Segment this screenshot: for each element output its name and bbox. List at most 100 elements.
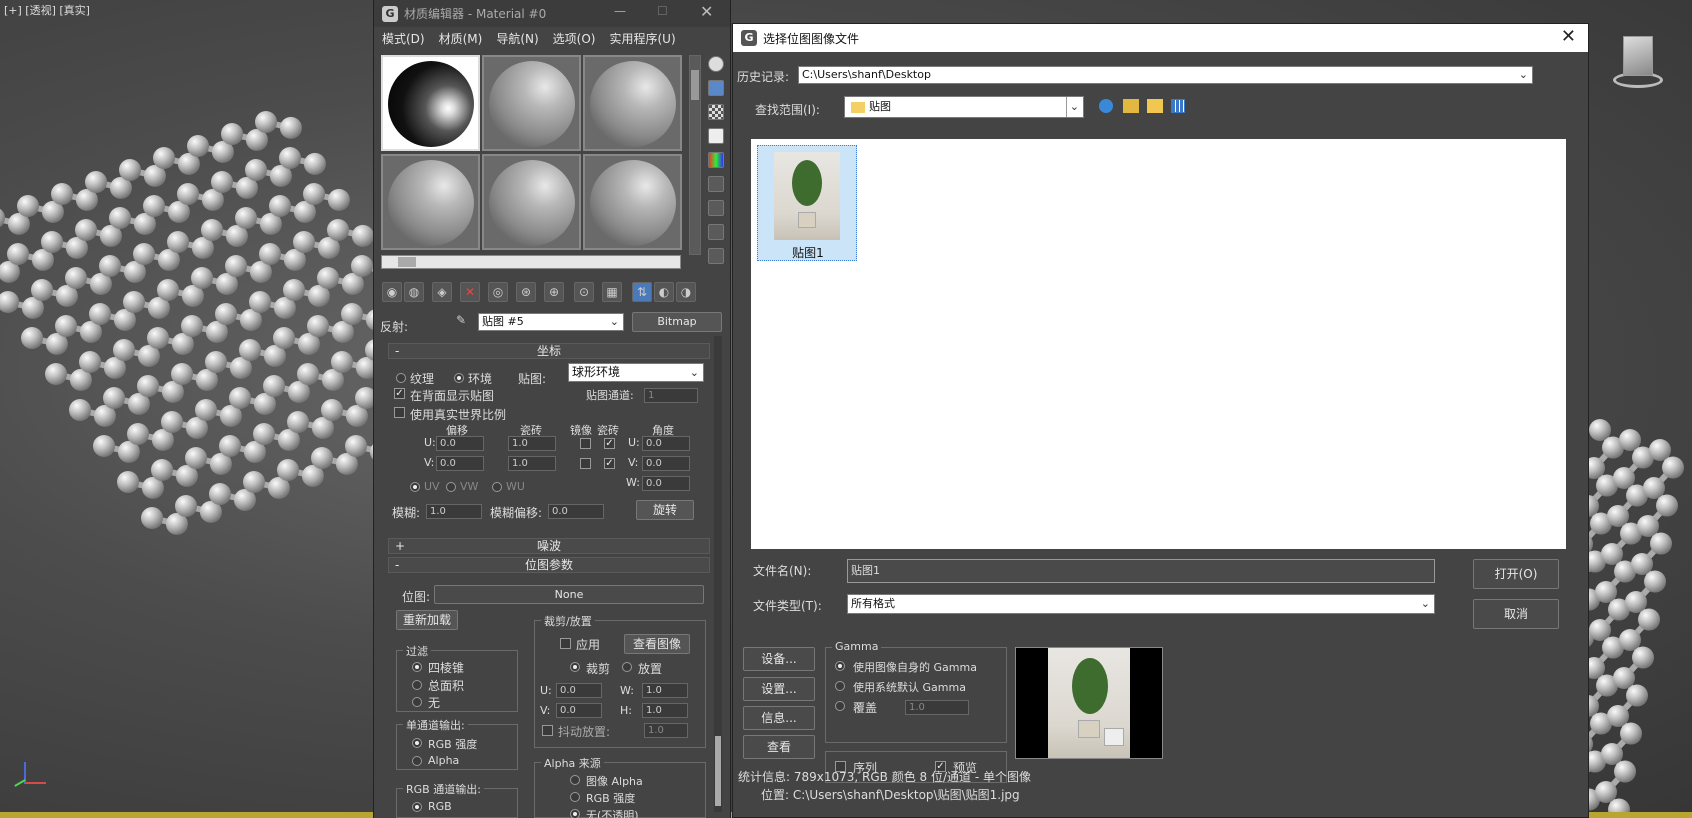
gamma-own-radio[interactable] <box>835 661 845 671</box>
rgb-intensity-radio[interactable] <box>412 738 422 748</box>
up-folder-icon[interactable] <box>1123 99 1139 113</box>
menu-navigation[interactable]: 导航(N) <box>496 30 538 47</box>
sample-slot-4[interactable] <box>381 154 480 250</box>
u-mirror-checkbox[interactable] <box>580 438 591 449</box>
info-button[interactable]: 信息... <box>743 706 815 730</box>
wu-radio[interactable] <box>492 482 502 492</box>
bitmap-params-rollout-header[interactable]: - 位图参数 <box>388 557 710 573</box>
noise-rollout-header[interactable]: + 噪波 <box>388 538 710 554</box>
u-offset-spinner[interactable]: 0.0 <box>436 436 484 451</box>
delete-icon[interactable]: ✕ <box>460 282 480 302</box>
view-cube-icon[interactable] <box>1605 32 1671 90</box>
gamma-system-radio[interactable] <box>835 681 845 691</box>
go-to-parent-icon[interactable]: ⇅ <box>632 282 652 302</box>
rotate-button[interactable]: 旋转 <box>636 500 694 520</box>
background-icon[interactable] <box>708 104 724 120</box>
close-button[interactable]: ✕ <box>700 2 713 21</box>
none-opaque-radio[interactable] <box>570 809 580 818</box>
menu-modes[interactable]: 模式(D) <box>382 30 425 47</box>
menu-material[interactable]: 材质(M) <box>439 30 483 47</box>
real-world-checkbox[interactable] <box>394 407 405 418</box>
material-id-icon[interactable]: ⊙ <box>574 282 594 302</box>
v-tiling-spinner[interactable]: 1.0 <box>508 456 556 471</box>
jitter-spinner[interactable]: 1.0 <box>644 723 688 738</box>
put-to-scene-icon[interactable]: ◍ <box>404 282 424 302</box>
u-tile-checkbox[interactable]: ✓ <box>604 438 615 449</box>
rgb-radio[interactable] <box>412 802 422 812</box>
slots-vscroll[interactable] <box>689 55 701 255</box>
mapping-combo[interactable]: 球形环境 ⌄ <box>568 363 704 382</box>
filter-none-radio[interactable] <box>412 697 422 707</box>
put-to-library-icon[interactable]: ⊕ <box>544 282 564 302</box>
sample-slot-2[interactable] <box>482 55 581 151</box>
map-channel-spinner[interactable]: 1 <box>644 388 698 403</box>
material-map-navigator-icon[interactable] <box>708 248 724 264</box>
blur-spinner[interactable]: 1.0 <box>426 504 482 519</box>
coords-rollout-header[interactable]: - 坐标 <box>388 343 710 359</box>
crop-h-spinner[interactable]: 1.0 <box>642 703 688 718</box>
slots-hscroll[interactable] <box>381 255 681 269</box>
show-map-icon[interactable]: ▦ <box>602 282 622 302</box>
gamma-override-radio[interactable] <box>835 701 845 711</box>
map-type-button[interactable]: Bitmap <box>632 312 722 332</box>
back-icon[interactable] <box>1099 99 1113 113</box>
mono-alpha-radio[interactable] <box>412 756 422 766</box>
make-copy-icon[interactable]: ◎ <box>488 282 508 302</box>
minimize-button[interactable]: — <box>614 4 626 18</box>
select-by-material-icon[interactable] <box>708 224 724 240</box>
sample-slot-3[interactable] <box>583 55 682 151</box>
crop-radio[interactable] <box>570 662 580 672</box>
setup-button[interactable]: 设置... <box>743 677 815 701</box>
texture-radio[interactable] <box>396 373 406 383</box>
make-preview-icon[interactable] <box>708 176 724 192</box>
menu-utilities[interactable]: 实用程序(U) <box>609 30 675 47</box>
w-angle-spinner[interactable]: 0.0 <box>642 476 690 491</box>
crop-u-spinner[interactable]: 0.0 <box>556 683 602 698</box>
menu-options[interactable]: 选项(O) <box>553 30 596 47</box>
backlight-icon[interactable] <box>708 80 724 96</box>
tiling-icon[interactable] <box>708 128 724 144</box>
u-angle-spinner[interactable]: 0.0 <box>642 436 690 451</box>
view-image-button[interactable]: 查看图像 <box>624 634 690 654</box>
look-in-combo[interactable]: 贴图 ⌄ <box>844 96 1084 118</box>
image-alpha-radio[interactable] <box>570 775 580 785</box>
v-tile-checkbox[interactable]: ✓ <box>604 458 615 469</box>
v-offset-spinner[interactable]: 0.0 <box>436 456 484 471</box>
viewport-label[interactable]: [+] [透视] [真实] <box>4 2 90 18</box>
assign-to-selection-icon[interactable]: ◈ <box>432 282 452 302</box>
get-material-icon[interactable]: ◉ <box>382 282 402 302</box>
history-combo[interactable]: C:\Users\shanf\Desktop ⌄ <box>798 66 1533 84</box>
blur-offset-spinner[interactable]: 0.0 <box>548 504 604 519</box>
map-name-combo[interactable]: 贴图 #5 ⌄ <box>478 313 624 331</box>
filetype-combo[interactable]: 所有格式 ⌄ <box>847 594 1435 614</box>
uv-radio[interactable] <box>410 482 420 492</box>
apply-checkbox[interactable] <box>560 638 571 649</box>
v-mirror-checkbox[interactable] <box>580 458 591 469</box>
cancel-button[interactable]: 取消 <box>1473 599 1559 629</box>
rollout-scrollbar[interactable] <box>714 336 722 812</box>
pyramidal-radio[interactable] <box>412 662 422 672</box>
view-button[interactable]: 查看 <box>743 735 815 759</box>
place-radio[interactable] <box>622 662 632 672</box>
video-color-icon[interactable] <box>708 152 724 168</box>
filename-input[interactable]: 贴图1 <box>847 559 1435 583</box>
sample-type-icon[interactable] <box>708 56 724 72</box>
dialog-close-button[interactable]: ✕ <box>1561 26 1576 47</box>
v-angle-spinner[interactable]: 0.0 <box>642 456 690 471</box>
gamma-override-spinner[interactable]: 1.0 <box>905 700 969 715</box>
sample-slot-5[interactable] <box>482 154 581 250</box>
vw-radio[interactable] <box>446 482 456 492</box>
devices-button[interactable]: 设备... <box>743 647 815 671</box>
show-map-back-checkbox[interactable]: ✓ <box>394 388 405 399</box>
summed-area-radio[interactable] <box>412 680 422 690</box>
reload-button[interactable]: 重新加载 <box>396 610 458 630</box>
eyedropper-icon[interactable]: ✎ <box>456 313 470 327</box>
make-unique-icon[interactable]: ⊛ <box>516 282 536 302</box>
view-menu-icon[interactable] <box>1171 99 1185 113</box>
u-tiling-spinner[interactable]: 1.0 <box>508 436 556 451</box>
crop-v-spinner[interactable]: 0.0 <box>556 703 602 718</box>
new-folder-icon[interactable] <box>1147 99 1163 113</box>
bitmap-path-button[interactable]: None <box>434 585 704 604</box>
options-icon[interactable] <box>708 200 724 216</box>
sample-slot-1[interactable] <box>381 55 480 151</box>
